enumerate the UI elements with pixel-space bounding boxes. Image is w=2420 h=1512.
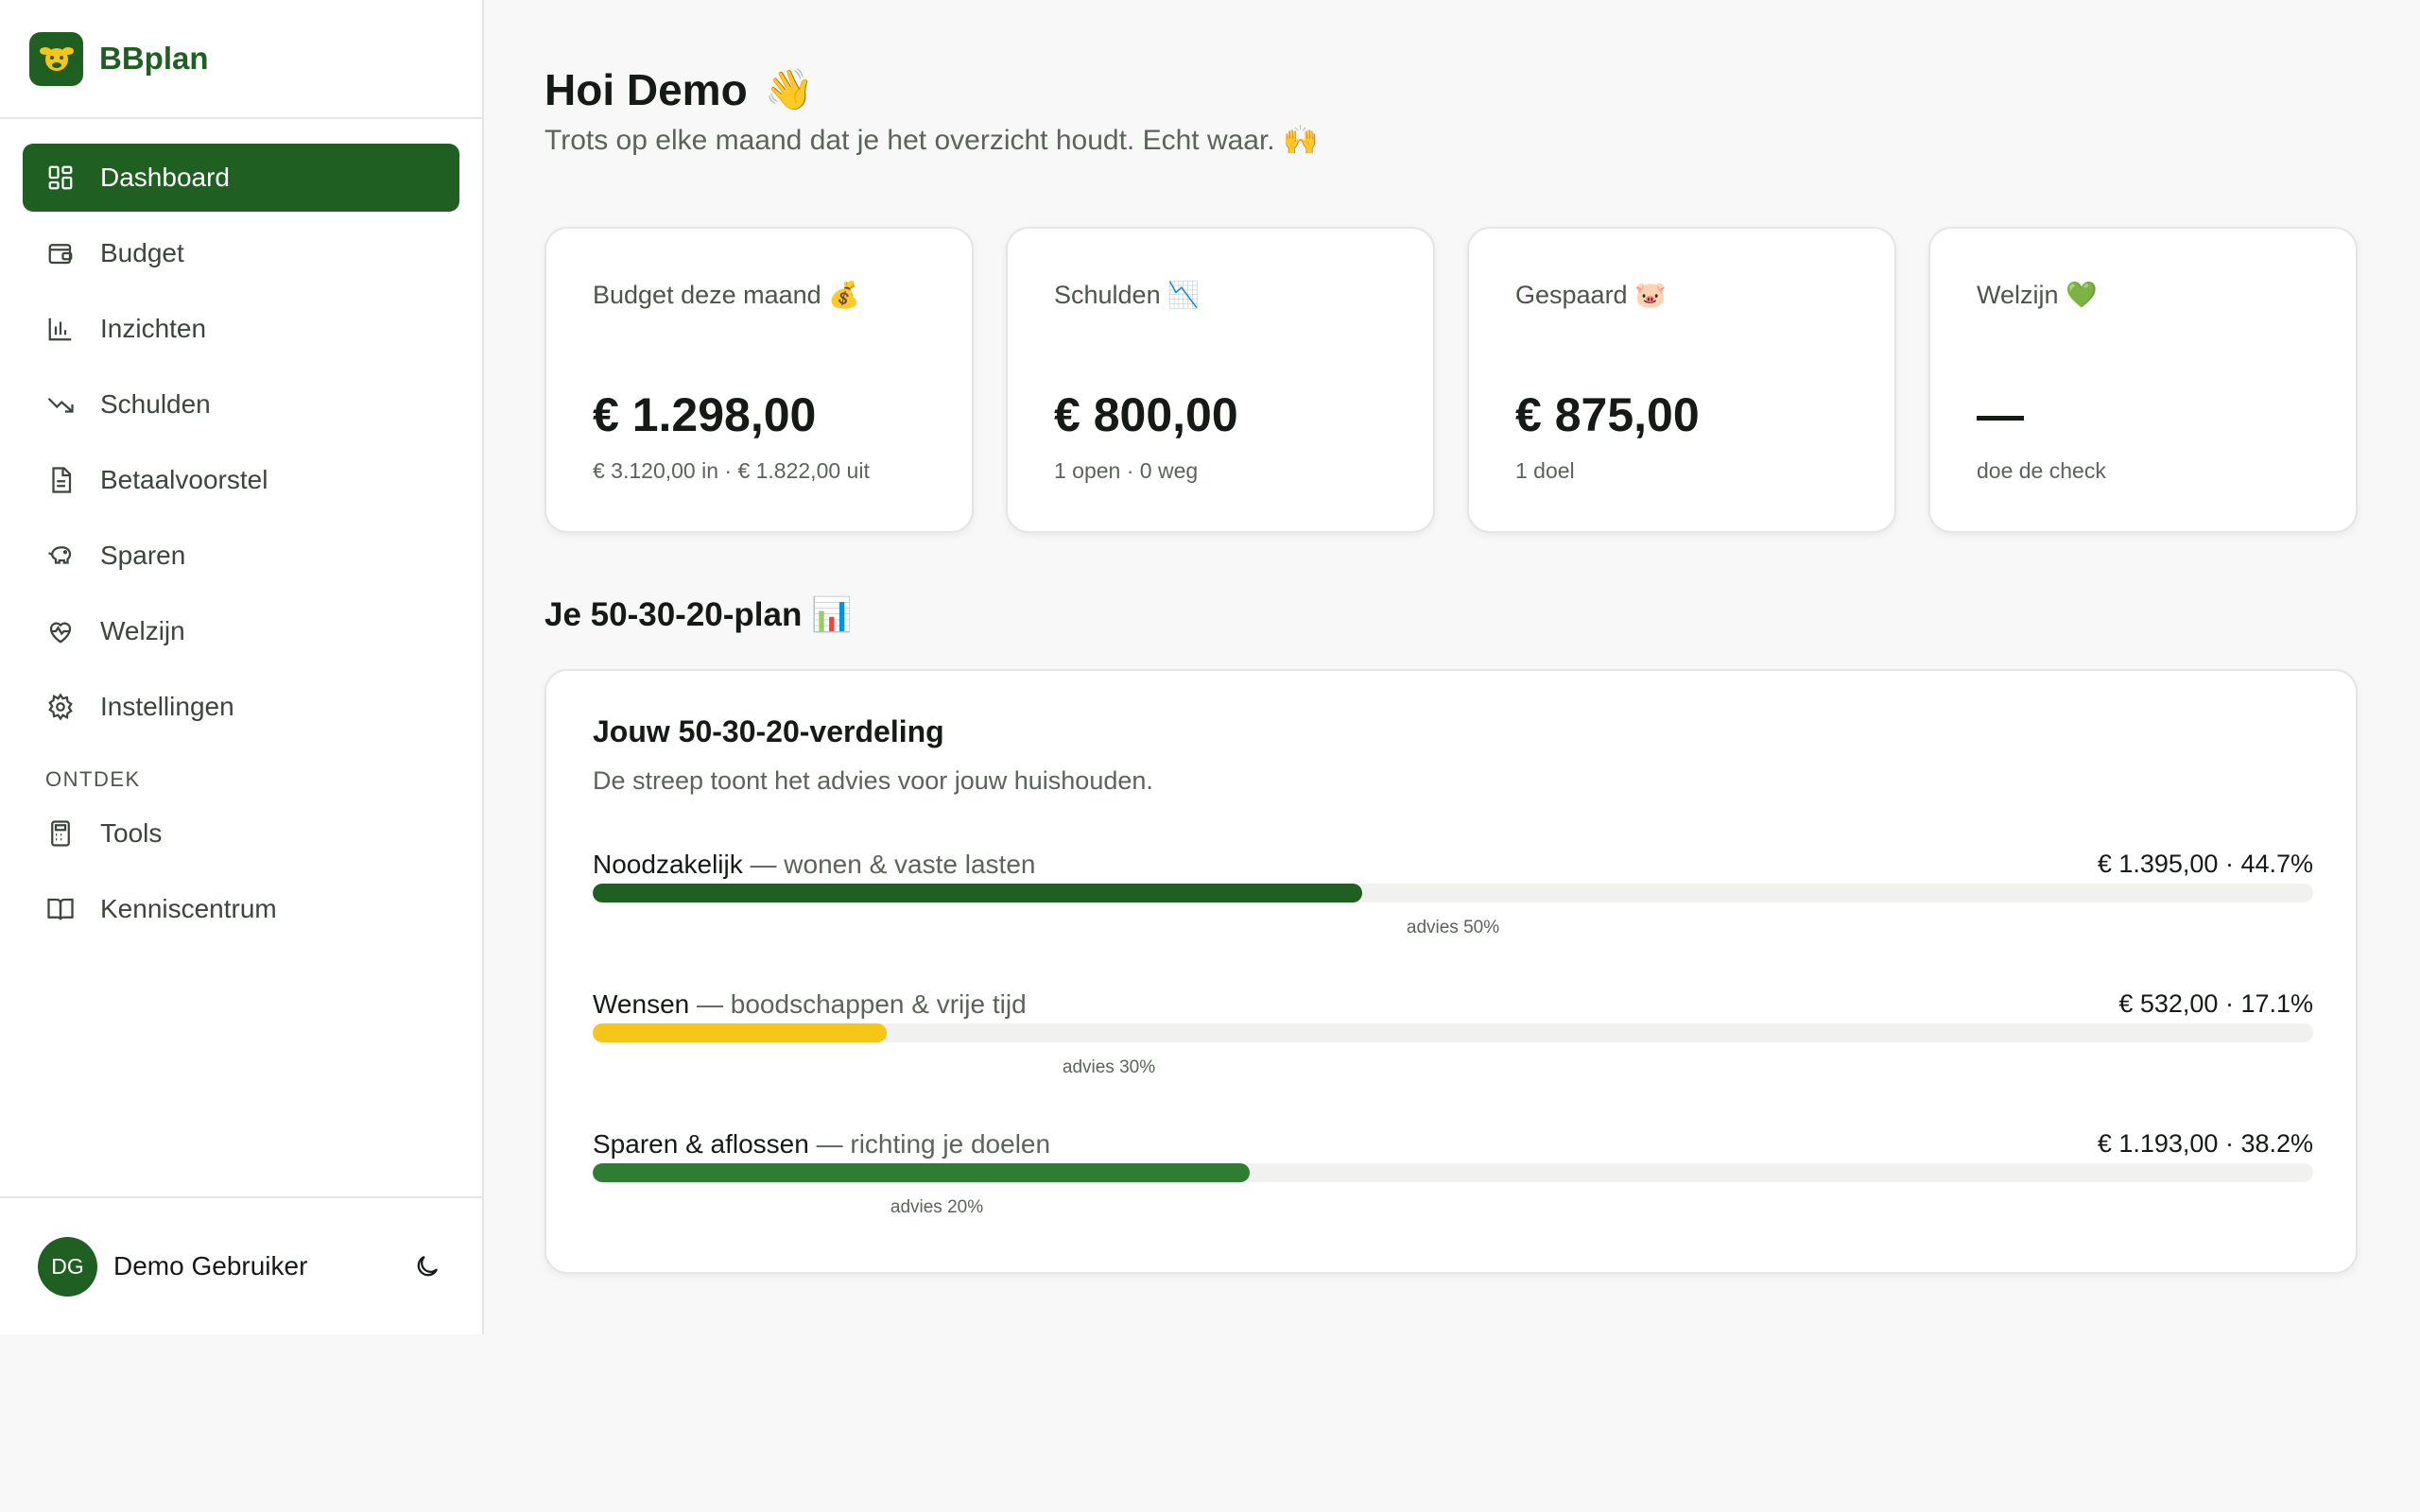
progress-fill bbox=[593, 884, 1362, 902]
summary-cards: Budget deze maand 💰 € 1.298,00 € 3.120,0… bbox=[544, 227, 2358, 533]
plan-title: Jouw 50-30-20-verdeling bbox=[593, 714, 944, 748]
trending-down-icon bbox=[45, 389, 76, 420]
plan-row-noodzakelijk: Noodzakelijk — wonen & vaste lasten € 1.… bbox=[593, 850, 2313, 963]
sidebar-item-welzijn[interactable]: Welzijn bbox=[23, 597, 459, 665]
row-label-note: — wonen & vaste lasten bbox=[742, 850, 1036, 879]
plan-section-title: Je 50-30-20-plan 📊 bbox=[544, 596, 853, 633]
card-subtext: € 3.120,00 in · € 1.822,00 uit bbox=[593, 458, 870, 483]
row-amount: € 532,00 · 17.1% bbox=[2118, 989, 2313, 1018]
brand[interactable]: BBplan bbox=[0, 0, 482, 119]
sidebar-item-instellingen[interactable]: Instellingen bbox=[23, 673, 459, 741]
plan-row-sparen-aflossen: Sparen & aflossen — richting je doelen €… bbox=[593, 1129, 2313, 1243]
sidebar-item-sparen[interactable]: Sparen bbox=[23, 522, 459, 590]
sidebar-item-label: Instellingen bbox=[100, 692, 234, 721]
card-value: € 800,00 bbox=[1054, 388, 1238, 441]
row-label: Wensen — boodschappen & vrije tijd bbox=[593, 989, 1027, 1020]
sidebar-item-label: Kenniscentrum bbox=[100, 894, 277, 923]
heart-pulse-icon bbox=[45, 616, 76, 646]
progress-track bbox=[593, 884, 2313, 902]
wellbeing-card[interactable]: Welzijn 💚 — doe de check bbox=[1928, 227, 2358, 533]
moon-icon[interactable] bbox=[408, 1247, 446, 1285]
plan-card: Jouw 50-30-20-verdeling De streep toont … bbox=[544, 669, 2358, 1274]
sidebar-item-label: Welzijn bbox=[100, 616, 185, 645]
wallet-icon bbox=[45, 238, 76, 268]
sidebar-item-label: Betaalvoorstel bbox=[100, 465, 268, 494]
sidebar-nav: Dashboard Budget Inzichten Schulden Beta… bbox=[0, 119, 482, 943]
book-icon bbox=[45, 894, 76, 924]
card-value: — bbox=[1977, 388, 2024, 441]
advice-label: advies 20% bbox=[890, 1197, 984, 1217]
card-title: Budget deze maand 💰 bbox=[593, 281, 860, 309]
sidebar-item-label: Schulden bbox=[100, 389, 211, 419]
progress-track bbox=[593, 1163, 2313, 1182]
avatar[interactable]: DG bbox=[38, 1236, 97, 1297]
user-bar: DG Demo Gebruiker bbox=[0, 1196, 482, 1334]
row-amount: € 1.193,00 · 38.2% bbox=[2097, 1129, 2313, 1158]
card-subtext: doe de check bbox=[1977, 458, 2106, 483]
row-label: Noodzakelijk — wonen & vaste lasten bbox=[593, 850, 1035, 880]
brand-name: BBplan bbox=[99, 41, 209, 76]
card-value: € 1.298,00 bbox=[593, 388, 817, 441]
sidebar-item-budget[interactable]: Budget bbox=[23, 219, 459, 287]
plan-row-wensen: Wensen — boodschappen & vrije tijd € 532… bbox=[593, 989, 2313, 1103]
sidebar-item-dashboard[interactable]: Dashboard bbox=[23, 144, 459, 212]
sidebar-item-label: Inzichten bbox=[100, 314, 207, 343]
row-amount: € 1.395,00 · 44.7% bbox=[2097, 850, 2313, 878]
card-subtext: 1 open · 0 weg bbox=[1054, 458, 1199, 483]
main-content: Hoi Demo 👋 Trots op elke maand dat je he… bbox=[486, 0, 2420, 1512]
page-title: Hoi Demo 👋 bbox=[544, 64, 814, 115]
advice-label: advies 50% bbox=[1406, 918, 1500, 937]
plan-description: De streep toont het advies voor jouw hui… bbox=[593, 766, 1153, 795]
progress-track bbox=[593, 1023, 2313, 1042]
greeting-text: Hoi Demo bbox=[544, 65, 748, 114]
sidebar-item-label: Sparen bbox=[100, 541, 186, 570]
sidebar-section-label: ONTDEK bbox=[45, 767, 141, 791]
budget-card[interactable]: Budget deze maand 💰 € 1.298,00 € 3.120,0… bbox=[544, 227, 974, 533]
savings-card[interactable]: Gespaard 🐷 € 875,00 1 doel bbox=[1467, 227, 1896, 533]
sidebar-item-label: Budget bbox=[100, 238, 184, 267]
sidebar-item-kenniscentrum[interactable]: Kenniscentrum bbox=[23, 875, 459, 943]
row-label-main: Noodzakelijk bbox=[593, 850, 743, 879]
sheep-icon bbox=[29, 31, 83, 86]
card-title: Welzijn 💚 bbox=[1977, 281, 2098, 309]
row-label: Sparen & aflossen — richting je doelen bbox=[593, 1129, 1050, 1160]
advice-label: advies 30% bbox=[1062, 1057, 1156, 1077]
piggy-bank-icon bbox=[45, 541, 76, 571]
row-label-main: Wensen bbox=[593, 989, 690, 1019]
waving-hand-icon: 👋 bbox=[764, 66, 814, 112]
user-name[interactable]: Demo Gebruiker bbox=[113, 1251, 307, 1281]
card-value: € 875,00 bbox=[1515, 388, 1700, 441]
sidebar-item-inzichten[interactable]: Inzichten bbox=[23, 295, 459, 363]
row-label-note: — boodschappen & vrije tijd bbox=[689, 989, 1027, 1019]
sidebar-item-label: Dashboard bbox=[100, 163, 230, 192]
card-title: Gespaard 🐷 bbox=[1515, 281, 1667, 309]
card-title: Schulden 📉 bbox=[1054, 281, 1200, 309]
sidebar: BBplan Dashboard Budget Inzichten Schuld… bbox=[0, 0, 484, 1334]
calculator-icon bbox=[45, 818, 76, 849]
document-icon bbox=[45, 465, 76, 495]
sidebar-item-betaalvoorstel[interactable]: Betaalvoorstel bbox=[23, 446, 459, 514]
debts-card[interactable]: Schulden 📉 € 800,00 1 open · 0 weg bbox=[1006, 227, 1435, 533]
sidebar-item-tools[interactable]: Tools bbox=[23, 799, 459, 868]
bar-chart-icon bbox=[45, 314, 76, 344]
sidebar-item-label: Tools bbox=[100, 818, 163, 848]
sidebar-item-schulden[interactable]: Schulden bbox=[23, 370, 459, 438]
gear-icon bbox=[45, 692, 76, 722]
card-subtext: 1 doel bbox=[1515, 458, 1575, 483]
row-label-note: — richting je doelen bbox=[808, 1129, 1051, 1159]
progress-fill bbox=[593, 1163, 1251, 1182]
page-subtitle: Trots op elke maand dat je het overzicht… bbox=[544, 125, 1319, 156]
progress-fill bbox=[593, 1023, 888, 1042]
grid-icon bbox=[45, 163, 76, 193]
row-label-main: Sparen & aflossen bbox=[593, 1129, 809, 1159]
